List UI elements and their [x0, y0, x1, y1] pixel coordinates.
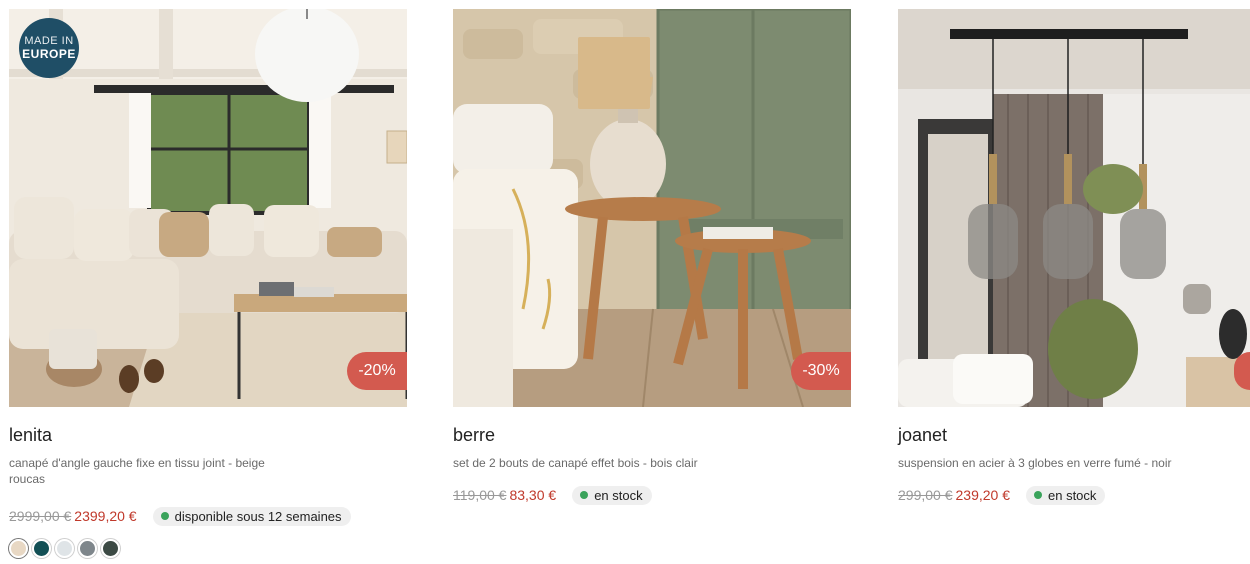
side-tables-bedroom-image — [453, 9, 851, 407]
product-image-berre[interactable]: -30% — [453, 9, 851, 407]
stock-status-dot-icon — [1034, 491, 1042, 499]
pendant-lamp-room-image — [898, 9, 1250, 407]
discount-badge: -30% — [791, 352, 851, 390]
old-price: 119,00 € — [453, 487, 507, 503]
old-price: 299,00 € — [898, 487, 953, 503]
availability-text: disponible sous 12 semaines — [174, 508, 342, 524]
stock-status-dot-icon — [160, 512, 169, 520]
product-card-berre[interactable]: -30% berre set de 2 bouts de canapé effe… — [453, 9, 851, 505]
made-in-europe-badge: MADE IN EUROPE — [19, 18, 79, 78]
color-swatch-beige[interactable] — [9, 539, 28, 558]
product-title[interactable]: berre — [453, 425, 851, 446]
color-swatch-dark-green[interactable] — [101, 539, 120, 558]
availability-text: en stock — [1048, 487, 1097, 503]
color-swatch-grey[interactable] — [78, 539, 97, 558]
product-title[interactable]: joanet — [898, 425, 1250, 446]
price-row: 119,00 € 83,30 € en stock — [453, 485, 851, 505]
discount-badge: -20% — [347, 352, 407, 390]
availability-badge: disponible sous 12 semaines — [152, 506, 351, 526]
product-description: set de 2 bouts de canapé effet bois - bo… — [453, 456, 698, 470]
price-row: 299,00 € 239,20 € en stock — [898, 485, 1250, 505]
availability-text: en stock — [594, 487, 643, 503]
product-card-lenita[interactable]: MADE IN EUROPE -20% lenita canapé d'angl… — [9, 9, 407, 558]
sale-price: 83,30 € — [509, 487, 557, 503]
availability-badge: en stock — [572, 485, 652, 505]
product-image-lenita[interactable]: MADE IN EUROPE -20% — [9, 9, 407, 407]
badge-line-2: EUROPE — [22, 47, 76, 61]
product-description: canapé d'angle gauche fixe en tissu join… — [9, 456, 265, 486]
availability-badge: en stock — [1026, 485, 1106, 505]
old-price: 2999,00 € — [9, 508, 72, 524]
sale-price: 239,20 € — [955, 487, 1011, 503]
badge-line-1: MADE IN — [24, 35, 74, 47]
color-swatch-light-grey[interactable] — [55, 539, 74, 558]
color-swatch-teal[interactable] — [32, 539, 51, 558]
product-title[interactable]: lenita — [9, 425, 407, 446]
product-card-joanet[interactable]: joanet suspension en acier à 3 globes en… — [898, 9, 1250, 505]
product-description: suspension en acier à 3 globes en verre … — [898, 456, 1172, 470]
sale-price: 2399,20 € — [74, 508, 137, 524]
stock-status-dot-icon — [580, 491, 589, 499]
price-row: 2999,00 € 2399,20 € disponible sous 12 s… — [9, 506, 407, 526]
color-swatches — [9, 539, 407, 558]
product-image-joanet[interactable] — [898, 9, 1250, 407]
